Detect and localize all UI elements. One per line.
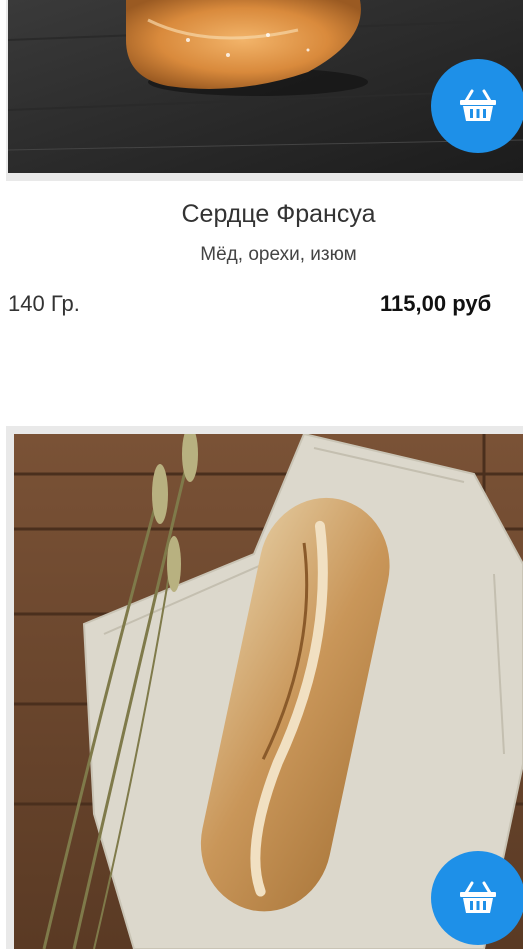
product-title[interactable]: Сердце Франсуа: [0, 200, 523, 229]
product-list: Сердце Франсуа Мёд, орехи, изюм 140 Гр. …: [0, 0, 523, 949]
basket-icon: [460, 881, 496, 913]
basket-icon: [460, 89, 496, 121]
add-to-cart-button[interactable]: [431, 851, 523, 945]
product-price: 115,00 руб: [380, 291, 492, 316]
product-description: Мёд, орехи, изюм: [200, 244, 357, 265]
add-to-cart-button[interactable]: [431, 59, 523, 153]
product-weight: 140 Гр.: [8, 291, 80, 316]
